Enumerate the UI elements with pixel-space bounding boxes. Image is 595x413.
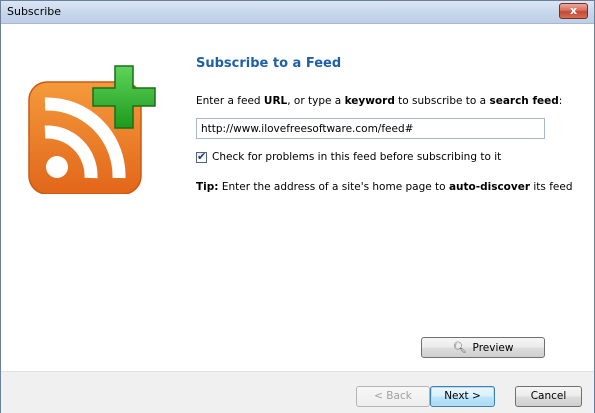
close-button[interactable]: x bbox=[559, 3, 588, 19]
instruction-text: Enter a feed URL, or type a keyword to s… bbox=[196, 95, 563, 107]
feed-url-input[interactable] bbox=[196, 118, 545, 139]
subscribe-dialog: Subscribe x Subscribe to a Feed Enter a … bbox=[0, 0, 595, 413]
tip-text: Tip: Enter the address of a site's home … bbox=[196, 181, 573, 193]
checkmark-icon: ✔ bbox=[197, 150, 207, 163]
preview-button[interactable]: 🔍︎ Preview bbox=[421, 337, 545, 358]
preview-button-label: Preview bbox=[472, 342, 514, 354]
dialog-content: Subscribe to a Feed Enter a feed URL, or… bbox=[1, 24, 594, 371]
cancel-button[interactable]: Cancel bbox=[515, 386, 582, 407]
rss-feed-add-icon bbox=[28, 65, 156, 194]
problem-check-label[interactable]: Check for problems in this feed before s… bbox=[212, 151, 501, 163]
back-button[interactable]: < Back bbox=[356, 386, 430, 407]
window-title: Subscribe bbox=[7, 5, 62, 18]
magnifier-icon: 🔍︎ bbox=[452, 341, 467, 354]
page-title: Subscribe to a Feed bbox=[196, 56, 342, 71]
problem-check-checkbox[interactable]: ✔ bbox=[196, 150, 207, 163]
next-button[interactable]: Next > bbox=[430, 386, 495, 407]
close-icon: x bbox=[569, 4, 578, 17]
button-bar: < Back Next > Cancel bbox=[1, 371, 594, 413]
title-bar[interactable]: Subscribe x bbox=[1, 1, 594, 24]
